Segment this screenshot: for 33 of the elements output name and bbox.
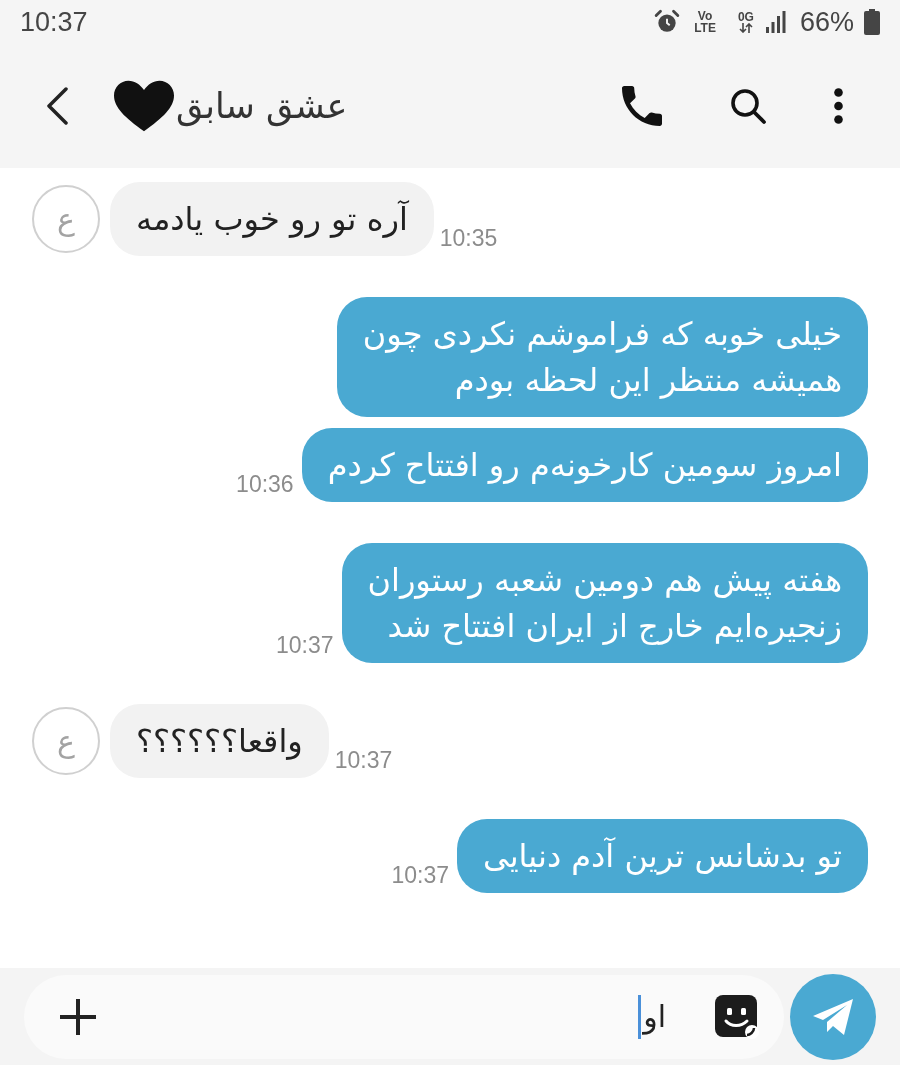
- avatar: ع: [32, 707, 100, 775]
- heart-icon: [114, 80, 174, 132]
- lte-label: LTE: [694, 22, 716, 34]
- sent-message: امروز سومین کارخونه‌م رو افتتاح کردم: [301, 428, 868, 502]
- status-time: 10:37: [20, 8, 88, 36]
- data-label: 0G: [737, 11, 754, 23]
- back-chevron-icon: [45, 87, 69, 125]
- paper-plane-icon: [811, 996, 855, 1037]
- volte-label: Vo: [697, 10, 713, 22]
- message-time: 10:35: [439, 227, 498, 250]
- avatar: ع: [32, 185, 100, 253]
- message-time: 10:37: [275, 634, 334, 657]
- plus-icon: [58, 996, 98, 1037]
- sent-message: خیلی خوبه که فراموشم نکردی چون همیشه منتظر این لحظه بودم: [336, 297, 868, 417]
- signal-icon: [765, 11, 786, 33]
- battery-icon: [864, 9, 880, 35]
- search-icon: [729, 87, 767, 125]
- text-cursor-icon: [638, 994, 642, 1039]
- data-arrows-icon: [738, 23, 753, 33]
- message-time: 10:37: [334, 749, 393, 772]
- sticker-button[interactable]: [714, 993, 760, 1040]
- alarm-icon: [654, 9, 681, 35]
- message-time: 10:36: [236, 473, 294, 496]
- sent-message: هفته پیش هم دومین شعبه رستوران زنجیره‌ایم خارج از ایران افتتاح شد: [341, 543, 868, 663]
- sticker-icon: [714, 993, 760, 1040]
- received-message: واقعا؟؟؟؟؟؟: [110, 704, 329, 778]
- received-message: آره تو رو خوب یادمه: [110, 182, 434, 256]
- more-options-icon: [833, 88, 843, 124]
- phone-icon: [622, 86, 662, 126]
- call-button[interactable]: [620, 84, 664, 128]
- message-time: 10:37: [391, 864, 449, 887]
- sent-message: تو بدشانس ترین آدم دنیایی: [457, 819, 868, 893]
- battery-percent: 66%: [799, 8, 854, 36]
